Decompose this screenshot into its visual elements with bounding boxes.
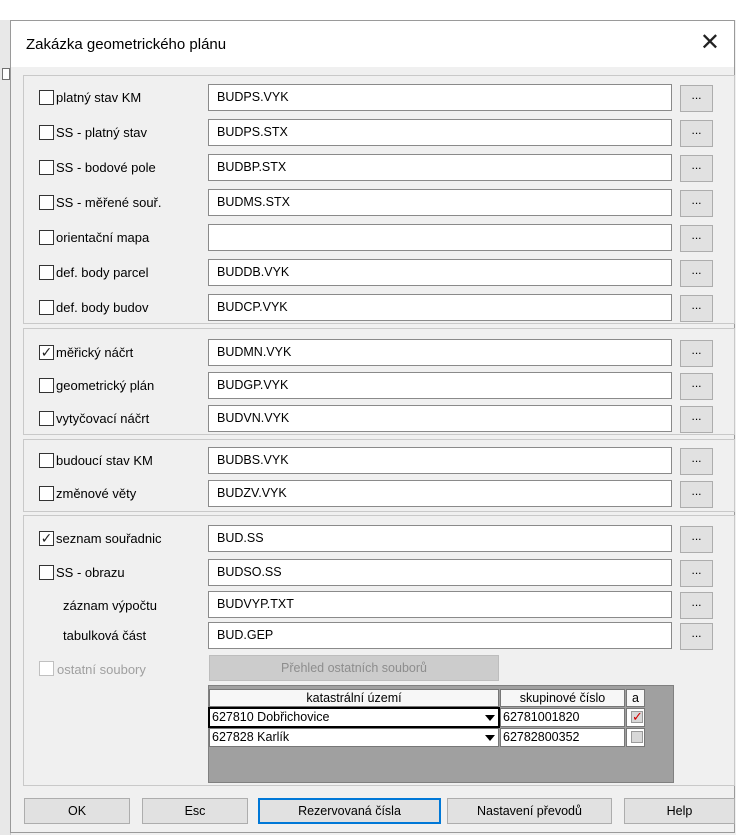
label-seznam-souradnic: seznam souřadnic [56,531,162,546]
label-def-body-parcel: def. body parcel [56,265,149,280]
checkbox-ss-bodove-pole[interactable] [39,160,54,175]
title-bar: Zakázka geometrického plánu ✕ [11,21,734,67]
browse-button-def-body-parcel[interactable]: ... [680,260,713,287]
dialog-title: Zakázka geometrického plánu [26,36,227,53]
file-field-zaznam-vypoctu[interactable]: BUDVYP.TXT [208,591,672,618]
checkbox-ss-obrazu[interactable] [39,565,54,580]
territory-select[interactable]: 627828 Karlík [209,728,499,747]
label-budouci-stav-km: budoucí stav KM [56,453,153,468]
header-a[interactable]: a [626,689,645,707]
label-mericky-nacrt: měřický náčrt [56,345,134,360]
file-field-def-body-budov[interactable]: BUDCP.VYK [208,294,672,321]
group-number-cell[interactable]: 62781001820 [500,708,625,727]
reserved-numbers-button[interactable]: Rezervovaná čísla [258,798,441,824]
cadastral-table: katastrální území skupinové číslo a 6278… [208,685,674,783]
checkbox-vytycovaci-nacrt[interactable] [39,411,54,426]
checkbox-geometricky-plan[interactable] [39,378,54,393]
browse-button-geometricky-plan[interactable]: ... [680,373,713,400]
esc-button[interactable]: Esc [142,798,248,824]
browse-button-ss-bodove-pole[interactable]: ... [680,155,713,182]
checkbox-ss-platny-stav[interactable] [39,125,54,140]
label-zaznam-vypoctu: záznam výpočtu [63,598,157,613]
label-ostatni-soubory: ostatní soubory [57,662,146,677]
browse-button-zaznam-vypoctu[interactable]: ... [680,592,713,619]
file-field-zmenove-vety[interactable]: BUDZV.VYK [208,480,672,507]
browse-button-ss-obrazu[interactable]: ... [680,560,713,587]
file-field-platny-stav-km[interactable]: BUDPS.VYK [208,84,672,111]
dialog-window: Zakázka geometrického plánu ✕ platný sta… [10,20,735,833]
file-field-ss-platny-stav[interactable]: BUDPS.STX [208,119,672,146]
browse-button-def-body-budov[interactable]: ... [680,295,713,322]
checkbox-orientacni-mapa[interactable] [39,230,54,245]
header-skupinove-cislo[interactable]: skupinové číslo [500,689,625,707]
checkbox-ss-merene-sour[interactable] [39,195,54,210]
checkbox-budouci-stav-km[interactable] [39,453,54,468]
label-tabulkova-cast: tabulková část [63,628,147,643]
checkbox-def-body-budov[interactable] [39,300,54,315]
territory-select[interactable]: 627810 Dobřichovice [208,707,500,728]
document-icon [2,68,10,80]
label-ss-obrazu: SS - obrazu [56,565,125,580]
header-katastralni-uzemi[interactable]: katastrální území [209,689,499,707]
help-button[interactable]: Help [624,798,735,824]
checkbox-ostatni-soubory [39,661,54,676]
dropdown-arrow-icon[interactable] [485,735,495,741]
browse-button-tabulkova-cast[interactable]: ... [680,623,713,650]
label-ss-platny-stav: SS - platný stav [56,125,148,140]
label-ss-bodove-pole: SS - bodové pole [56,160,156,175]
checkbox-seznam-souradnic[interactable]: ✓ [39,531,54,546]
background-app-strip [0,0,736,20]
browse-button-ss-merene-sour[interactable]: ... [680,190,713,217]
browse-button-ss-platny-stav[interactable]: ... [680,120,713,147]
browse-button-platny-stav-km[interactable]: ... [680,85,713,112]
file-field-ss-merene-sour[interactable]: BUDMS.STX [208,189,672,216]
file-field-geometricky-plan[interactable]: BUDGP.VYK [208,372,672,399]
browse-button-budouci-stav-km[interactable]: ... [680,448,713,475]
label-def-body-budov: def. body budov [56,300,149,315]
territory-value: 627810 Dobřichovice [212,710,330,724]
file-field-def-body-parcel[interactable]: BUDDB.VYK [208,259,672,286]
ok-button[interactable]: OK [24,798,130,824]
group-number-cell[interactable]: 62782800352 [500,728,625,747]
browse-button-mericky-nacrt[interactable]: ... [680,340,713,367]
dropdown-arrow-icon[interactable] [485,715,495,721]
close-icon[interactable]: ✕ [700,29,720,57]
file-field-mericky-nacrt[interactable]: BUDMN.VYK [208,339,672,366]
label-orientacni-mapa: orientační mapa [56,230,150,245]
browse-button-zmenove-vety[interactable]: ... [680,481,713,508]
browse-button-vytycovaci-nacrt[interactable]: ... [680,406,713,433]
a-cell[interactable] [626,728,645,747]
checkbox-mericky-nacrt[interactable]: ✓ [39,345,54,360]
file-field-vytycovaci-nacrt[interactable]: BUDVN.VYK [208,405,672,432]
territory-value: 627828 Karlík [212,730,290,744]
file-field-ss-obrazu[interactable]: BUDSO.SS [208,559,672,586]
file-field-seznam-souradnic[interactable]: BUD.SS [208,525,672,552]
other-files-overview-button: Přehled ostatních souborů [209,655,499,681]
checkbox-zmenove-vety[interactable] [39,486,54,501]
checkbox-platny-stav-km[interactable] [39,90,54,105]
file-field-tabulkova-cast[interactable]: BUD.GEP [208,622,672,649]
file-field-ss-bodove-pole[interactable]: BUDBP.STX [208,154,672,181]
file-field-orientacni-mapa[interactable] [208,224,672,251]
browse-button-orientacni-mapa[interactable]: ... [680,225,713,252]
label-zmenove-vety: změnové věty [56,486,137,501]
label-platny-stav-km: platný stav KM [56,90,142,105]
browse-button-seznam-souradnic[interactable]: ... [680,526,713,553]
checkbox-icon[interactable] [631,731,643,743]
label-ss-merene-sour: SS - měřené souř. [56,195,162,210]
label-vytycovaci-nacrt: vytyčovací náčrt [56,411,150,426]
file-field-budouci-stav-km[interactable]: BUDBS.VYK [208,447,672,474]
conversion-settings-button[interactable]: Nastavení převodů [447,798,612,824]
a-cell[interactable]: ✓ [626,708,645,727]
label-geometricky-plan: geometrický plán [56,378,155,393]
checkbox-def-body-parcel[interactable] [39,265,54,280]
checked-mark-icon[interactable]: ✓ [631,710,643,723]
